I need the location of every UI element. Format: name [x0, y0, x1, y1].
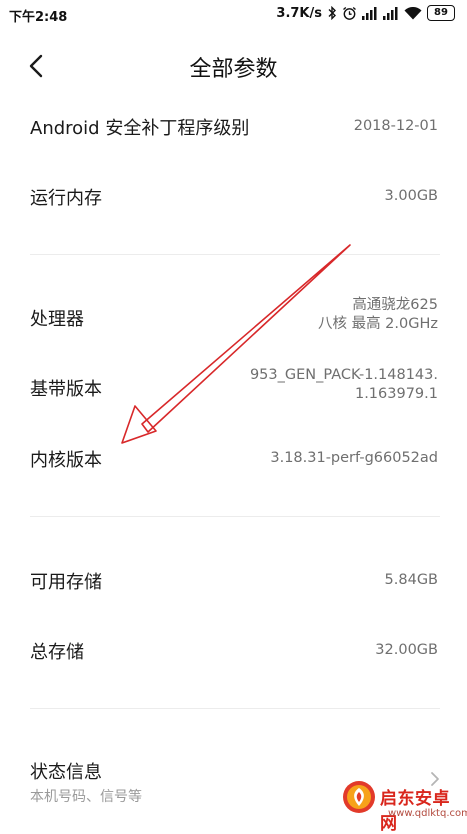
row-label: 状态信息 [30, 762, 102, 783]
row-label: 处理器 [30, 309, 84, 330]
wifi-icon [404, 6, 422, 20]
row-value: 3.00GB [384, 188, 438, 204]
status-bar: 下午2:48 3.7K/s 89 [0, 0, 467, 28]
row-value-line: 953_GEN_PACK-1.148143. [249, 367, 438, 383]
row-label: 内核版本 [30, 450, 102, 471]
battery-icon: 89 [427, 5, 455, 21]
page-title: 全部参数 [189, 57, 278, 82]
bluetooth-icon [327, 6, 337, 20]
divider [30, 708, 440, 709]
row-label: 总存储 [30, 642, 84, 663]
signal-icon [362, 6, 378, 20]
signal-icon [383, 6, 399, 20]
row-value: 2018-12-01 [353, 118, 438, 134]
watermark: 启东安卓网 www.qdlktq.com [338, 774, 467, 834]
row-value: 高通骁龙625 八核 最高 2.0GHz [318, 296, 438, 334]
battery-level: 89 [434, 7, 448, 18]
row-processor: 处理器 高通骁龙625 八核 最高 2.0GHz [0, 296, 467, 340]
row-label: Android 安全补丁程序级别 [30, 118, 250, 139]
row-kernel: 内核版本 3.18.31-perf-g66052ad [0, 444, 467, 474]
row-value-line: 高通骁龙625 [352, 297, 438, 313]
row-total-storage: 总存储 32.00GB [0, 636, 467, 666]
status-time: 下午2:48 [9, 10, 68, 25]
row-label: 可用存储 [30, 572, 102, 593]
row-value: 5.84GB [384, 572, 438, 588]
row-available-storage: 可用存储 5.84GB [0, 566, 467, 596]
row-value-line: 八核 最高 2.0GHz [317, 316, 438, 332]
row-baseband: 基带版本 953_GEN_PACK-1.148143. 1.163979.1 [0, 366, 467, 410]
row-value: 32.00GB [375, 642, 438, 658]
row-value: 3.18.31-perf-g66052ad [270, 450, 438, 466]
watermark-logo-icon [343, 781, 375, 813]
row-value: 953_GEN_PACK-1.148143. 1.163979.1 [250, 366, 438, 404]
row-value-line: 1.163979.1 [354, 386, 438, 402]
divider [30, 516, 440, 517]
watermark-url: www.qdlktq.com [388, 808, 467, 819]
row-ram: 运行内存 3.00GB [0, 182, 467, 212]
row-sublabel: 本机号码、信号等 [30, 789, 142, 805]
divider [30, 254, 440, 255]
alarm-icon [342, 6, 357, 21]
header: 全部参数 [0, 40, 467, 92]
status-icons: 3.7K/s 89 [276, 5, 455, 21]
network-speed: 3.7K/s [276, 5, 322, 21]
row-label: 运行内存 [30, 188, 102, 209]
row-label: 基带版本 [30, 379, 102, 400]
row-security-patch: Android 安全补丁程序级别 2018-12-01 [0, 112, 467, 142]
